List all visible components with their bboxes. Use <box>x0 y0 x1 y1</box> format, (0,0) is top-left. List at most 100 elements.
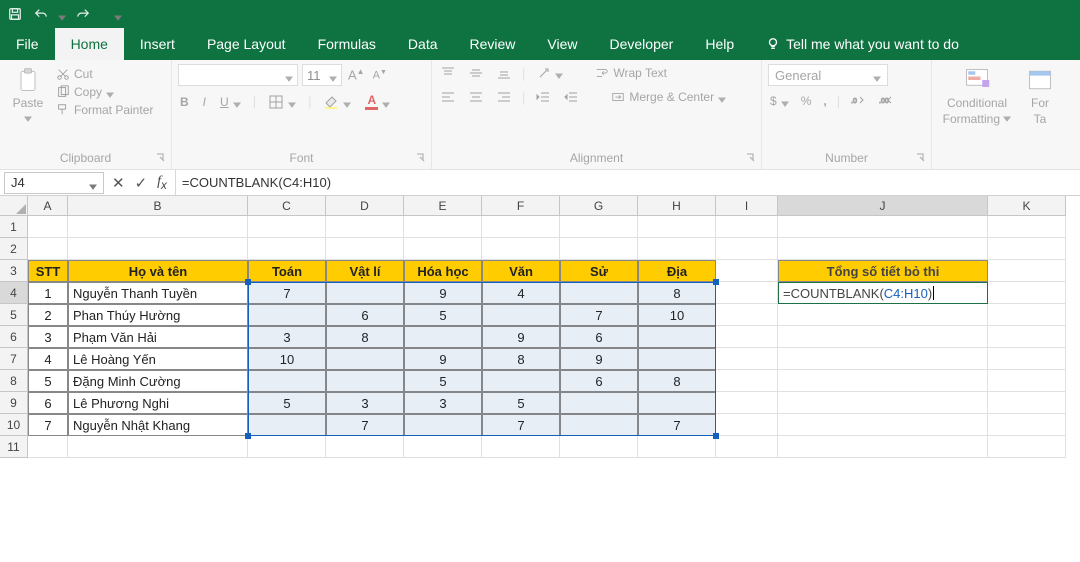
column-header-K[interactable]: K <box>988 196 1066 216</box>
borders-button[interactable] <box>266 93 298 111</box>
column-header-F[interactable]: F <box>482 196 560 216</box>
cell-K10[interactable] <box>988 414 1066 436</box>
tab-formulas[interactable]: Formulas <box>302 28 392 60</box>
cell-B1[interactable] <box>68 216 248 238</box>
cell-C1[interactable] <box>248 216 326 238</box>
fill-color-button[interactable] <box>321 93 353 111</box>
cut-button[interactable]: Cut <box>54 66 155 82</box>
cell-C7[interactable]: 10 <box>248 348 326 370</box>
row-header-5[interactable]: 5 <box>0 304 28 326</box>
merge-center-button[interactable]: Merge & Center <box>609 89 728 105</box>
column-header-D[interactable]: D <box>326 196 404 216</box>
cell-A9[interactable]: 6 <box>28 392 68 414</box>
cell-C5[interactable] <box>248 304 326 326</box>
tab-data[interactable]: Data <box>392 28 454 60</box>
cell-B5[interactable]: Phan Thúy Hường <box>68 304 248 326</box>
dialog-launcher-icon[interactable] <box>415 151 425 161</box>
cell-F1[interactable] <box>482 216 560 238</box>
cell-I7[interactable] <box>716 348 778 370</box>
cell-D10[interactable]: 7 <box>326 414 404 436</box>
cell-I5[interactable] <box>716 304 778 326</box>
align-middle-button[interactable] <box>466 64 486 82</box>
cell-F7[interactable]: 8 <box>482 348 560 370</box>
name-box[interactable]: J4 <box>4 172 104 194</box>
cell-I10[interactable] <box>716 414 778 436</box>
cell-B10[interactable]: Nguyễn Nhật Khang <box>68 414 248 436</box>
cell-E6[interactable] <box>404 326 482 348</box>
cell-E3[interactable]: Hóa học <box>404 260 482 282</box>
cell-B2[interactable] <box>68 238 248 260</box>
cell-A4[interactable]: 1 <box>28 282 68 304</box>
cell-C3[interactable]: Toán <box>248 260 326 282</box>
dialog-launcher-icon[interactable] <box>745 151 755 161</box>
cell-B11[interactable] <box>68 436 248 458</box>
cell-G6[interactable]: 6 <box>560 326 638 348</box>
cell-G9[interactable] <box>560 392 638 414</box>
cell-H11[interactable] <box>638 436 716 458</box>
cell-K5[interactable] <box>988 304 1066 326</box>
cell-K2[interactable] <box>988 238 1066 260</box>
undo-dropdown-icon[interactable] <box>58 10 66 18</box>
cell-D6[interactable]: 8 <box>326 326 404 348</box>
cell-G4[interactable] <box>560 282 638 304</box>
cell-G8[interactable]: 6 <box>560 370 638 392</box>
cell-F3[interactable]: Văn <box>482 260 560 282</box>
cell-J7[interactable] <box>778 348 988 370</box>
cell-I1[interactable] <box>716 216 778 238</box>
cell-I11[interactable] <box>716 436 778 458</box>
cell-H7[interactable] <box>638 348 716 370</box>
row-header-4[interactable]: 4 <box>0 282 28 304</box>
cell-J1[interactable] <box>778 216 988 238</box>
cell-D7[interactable] <box>326 348 404 370</box>
cell-E1[interactable] <box>404 216 482 238</box>
cell-I3[interactable] <box>716 260 778 282</box>
conditional-formatting-button[interactable]: Conditional Formatting <box>938 64 1016 126</box>
cell-E9[interactable]: 3 <box>404 392 482 414</box>
cell-A8[interactable]: 5 <box>28 370 68 392</box>
shrink-font-button[interactable]: A▼ <box>371 68 389 83</box>
cell-J8[interactable] <box>778 370 988 392</box>
cell-E5[interactable]: 5 <box>404 304 482 326</box>
row-header-10[interactable]: 10 <box>0 414 28 436</box>
cell-B9[interactable]: Lê Phương Nghi <box>68 392 248 414</box>
copy-button[interactable]: Copy <box>54 84 155 100</box>
tab-home[interactable]: Home <box>55 28 124 60</box>
cell-D11[interactable] <box>326 436 404 458</box>
cell-G7[interactable]: 9 <box>560 348 638 370</box>
cell-G1[interactable] <box>560 216 638 238</box>
cell-I8[interactable] <box>716 370 778 392</box>
enter-formula-button[interactable]: ✓ <box>135 174 148 192</box>
cell-A5[interactable]: 2 <box>28 304 68 326</box>
orientation-button[interactable] <box>533 64 565 82</box>
cell-A7[interactable]: 4 <box>28 348 68 370</box>
cell-B7[interactable]: Lê Hoàng Yến <box>68 348 248 370</box>
column-header-J[interactable]: J <box>778 196 988 216</box>
row-header-9[interactable]: 9 <box>0 392 28 414</box>
font-family-select[interactable] <box>178 64 298 86</box>
cell-F4[interactable]: 4 <box>482 282 560 304</box>
cell-E11[interactable] <box>404 436 482 458</box>
cell-E2[interactable] <box>404 238 482 260</box>
cell-A2[interactable] <box>28 238 68 260</box>
redo-icon[interactable] <box>74 5 92 23</box>
cell-K1[interactable] <box>988 216 1066 238</box>
tab-developer[interactable]: Developer <box>594 28 690 60</box>
decrease-indent-button[interactable] <box>533 88 553 106</box>
cell-J9[interactable] <box>778 392 988 414</box>
row-header-1[interactable]: 1 <box>0 216 28 238</box>
cell-F9[interactable]: 5 <box>482 392 560 414</box>
cell-H4[interactable]: 8 <box>638 282 716 304</box>
increase-indent-button[interactable] <box>561 88 581 106</box>
cell-G5[interactable]: 7 <box>560 304 638 326</box>
tab-review[interactable]: Review <box>454 28 532 60</box>
cell-I6[interactable] <box>716 326 778 348</box>
range-handle[interactable] <box>245 433 251 439</box>
cell-D4[interactable] <box>326 282 404 304</box>
cell-J3[interactable]: Tổng số tiết bỏ thi <box>778 260 988 282</box>
cell-J6[interactable] <box>778 326 988 348</box>
save-icon[interactable] <box>6 5 24 23</box>
format-as-table-button[interactable]: For Ta <box>1020 64 1060 126</box>
range-handle[interactable] <box>713 433 719 439</box>
row-header-8[interactable]: 8 <box>0 370 28 392</box>
cell-G10[interactable] <box>560 414 638 436</box>
